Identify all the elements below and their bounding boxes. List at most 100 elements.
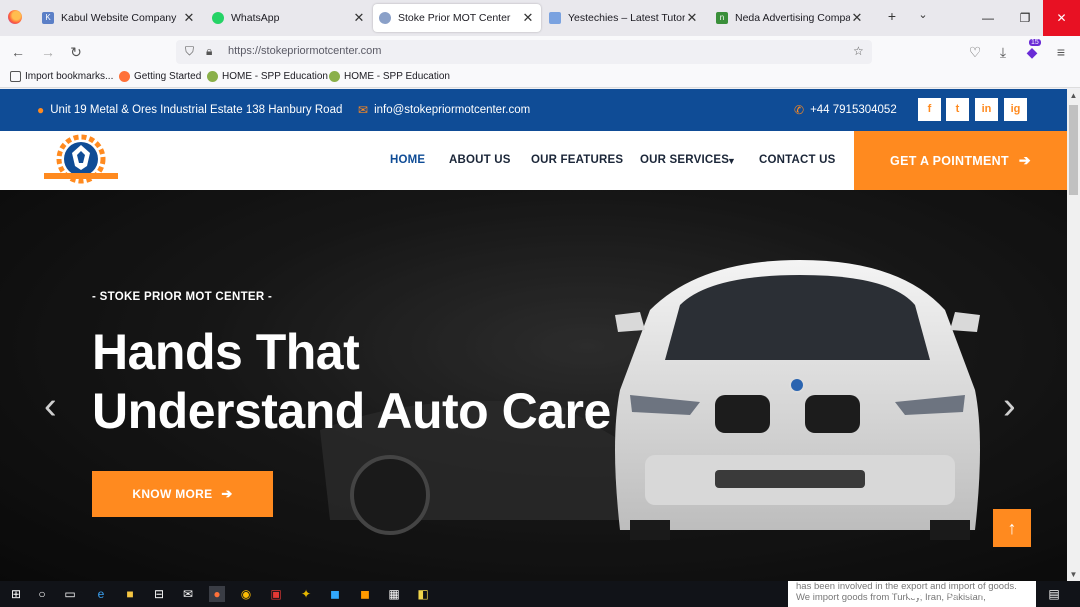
tab-close-icon[interactable]: ✕ bbox=[352, 10, 366, 26]
bookmark-label: Getting Started bbox=[134, 71, 202, 82]
sticky-notes-icon[interactable]: ◧ bbox=[415, 586, 431, 602]
scroll-down-icon[interactable]: ▼ bbox=[1067, 568, 1080, 581]
nav-contact-us[interactable]: CONTACT US bbox=[759, 154, 836, 166]
list-tabs-chevron-icon[interactable]: ⌄ bbox=[913, 8, 933, 21]
spp-logo-icon bbox=[207, 71, 218, 82]
extension-badge: 15 bbox=[1029, 39, 1041, 46]
reload-icon[interactable]: ↻ bbox=[66, 42, 86, 62]
volume-icon[interactable]: ◁ bbox=[944, 586, 960, 602]
tab-close-icon[interactable]: ✕ bbox=[850, 10, 864, 26]
nav-our-features[interactable]: OUR FEATURES bbox=[531, 154, 623, 166]
chevron-down-icon[interactable]: ▼ bbox=[727, 156, 736, 166]
pocket-icon[interactable]: ♡ bbox=[965, 42, 985, 62]
app-icon[interactable]: ✦ bbox=[298, 586, 314, 602]
map-pin-icon: ● bbox=[37, 103, 45, 117]
restore-icon[interactable]: ❐ bbox=[1005, 0, 1045, 36]
arrow-right-icon: ➔ bbox=[221, 486, 233, 501]
address-item: ● Unit 19 Metal & Ores Industrial Estate… bbox=[37, 103, 342, 117]
phone-text[interactable]: +44 7915304052 bbox=[810, 104, 897, 116]
bookmark-spp-education[interactable]: HOME - SPP Education bbox=[207, 71, 328, 82]
windows-start-icon[interactable]: ⊞ bbox=[8, 586, 24, 602]
tab-yestechies[interactable]: Yestechies – Latest Tutorial ✕ bbox=[543, 4, 705, 32]
tab-kabul-website[interactable]: K Kabul Website Company ✕ bbox=[36, 4, 202, 32]
download-icon[interactable]: ⤓ bbox=[993, 42, 1013, 62]
forward-icon[interactable]: → bbox=[38, 42, 58, 62]
facebook-icon[interactable]: f bbox=[918, 98, 941, 121]
pdf-reader-icon[interactable]: ▣ bbox=[268, 586, 284, 602]
page-scrollbar[interactable]: ▲ ▼ bbox=[1067, 89, 1080, 581]
file-explorer-icon[interactable]: ■ bbox=[122, 586, 138, 602]
firefox-taskbar-icon[interactable]: ● bbox=[209, 586, 225, 602]
firefox-logo-icon[interactable] bbox=[8, 10, 22, 24]
linkedin-icon[interactable]: in bbox=[975, 98, 998, 121]
site-favicon-icon bbox=[549, 12, 561, 24]
tab-title: Neda Advertising Company – bbox=[735, 12, 850, 24]
address-bar[interactable]: ⛉ 🔒︎ https://stokepriormotcenter.com ☆ bbox=[176, 40, 872, 64]
import-icon bbox=[10, 71, 21, 82]
scroll-up-icon[interactable]: ▲ bbox=[1067, 89, 1080, 102]
site-topbar: ● Unit 19 Metal & Ores Industrial Estate… bbox=[0, 89, 1067, 131]
tab-neda-advertising[interactable]: n Neda Advertising Company – ✕ bbox=[710, 4, 870, 32]
wifi-icon[interactable]: ◠ bbox=[925, 586, 941, 602]
store-icon[interactable]: ⊟ bbox=[151, 586, 167, 602]
slider-next-icon[interactable]: › bbox=[1003, 385, 1016, 428]
task-view-icon[interactable]: ▭ bbox=[62, 586, 78, 602]
email-text[interactable]: info@stokepriormotcenter.com bbox=[374, 104, 530, 116]
tab-close-icon[interactable]: ✕ bbox=[521, 10, 535, 26]
menu-hamburger-icon[interactable]: ≡ bbox=[1051, 42, 1071, 62]
notifications-icon[interactable]: ▤ bbox=[1046, 586, 1062, 602]
mail-icon[interactable]: ✉ bbox=[180, 586, 196, 602]
know-more-label: KNOW MORE bbox=[132, 487, 213, 501]
clock[interactable]: 3:13 PM bbox=[997, 588, 1032, 599]
twitter-icon[interactable]: t bbox=[946, 98, 969, 121]
tab-close-icon[interactable]: ✕ bbox=[685, 10, 699, 26]
appointment-button[interactable]: GET A POINTMENT ➔ bbox=[854, 131, 1067, 190]
nav-our-services[interactable]: OUR SERVICES bbox=[640, 154, 729, 166]
edge-icon[interactable]: e bbox=[93, 586, 109, 602]
chevron-up-icon[interactable]: ^ bbox=[888, 586, 904, 602]
instagram-icon[interactable]: ig bbox=[1004, 98, 1027, 121]
calculator-icon[interactable]: ▦ bbox=[386, 586, 402, 602]
browser-tab-bar: K Kabul Website Company ✕ WhatsApp ✕ Sto… bbox=[0, 0, 1080, 36]
photoshop-icon[interactable]: ◼ bbox=[327, 586, 343, 602]
bookmark-label: Import bookmarks... bbox=[25, 71, 114, 82]
back-icon[interactable]: ← bbox=[8, 42, 28, 62]
spp-logo-icon bbox=[329, 71, 340, 82]
close-window-icon[interactable]: ✕ bbox=[1043, 0, 1080, 36]
bookmark-getting-started[interactable]: Getting Started bbox=[119, 71, 201, 82]
bookmark-import[interactable]: Import bookmarks... bbox=[10, 71, 113, 82]
new-tab-button[interactable]: + bbox=[882, 8, 902, 24]
battery-icon[interactable]: ▬ bbox=[906, 586, 922, 602]
tab-whatsapp[interactable]: WhatsApp ✕ bbox=[206, 4, 372, 32]
lock-icon[interactable]: 🔒︎ bbox=[206, 44, 212, 59]
nav-about-us[interactable]: ABOUT US bbox=[449, 154, 511, 166]
tab-close-icon[interactable]: ✕ bbox=[182, 10, 196, 26]
bookmark-label: HOME - SPP Education bbox=[344, 71, 450, 82]
slider-prev-icon[interactable]: ‹ bbox=[44, 385, 57, 428]
hero-slider: - STOKE PRIOR MOT CENTER - Hands That Un… bbox=[0, 190, 1067, 581]
nav-home[interactable]: HOME bbox=[390, 154, 425, 166]
site-favicon-icon: K bbox=[42, 12, 54, 24]
tab-title: WhatsApp bbox=[231, 12, 280, 24]
bookmark-spp-education-2[interactable]: HOME - SPP Education bbox=[329, 71, 450, 82]
hero-title: Hands That Understand Auto Care bbox=[92, 323, 611, 441]
minimize-icon[interactable]: — bbox=[968, 0, 1008, 36]
email-item[interactable]: ✉ info@stokepriormotcenter.com bbox=[358, 103, 530, 117]
know-more-button[interactable]: KNOW MORE ➔ bbox=[92, 471, 273, 517]
scroll-thumb[interactable] bbox=[1069, 105, 1078, 195]
tab-stoke-prior[interactable]: Stoke Prior MOT Center ✕ bbox=[373, 4, 541, 32]
illustrator-icon[interactable]: ◼ bbox=[357, 586, 373, 602]
language-indicator[interactable]: ENG bbox=[966, 588, 987, 599]
address-text: Unit 19 Metal & Ores Industrial Estate 1… bbox=[50, 104, 343, 116]
phone-item[interactable]: ✆ +44 7915304052 bbox=[794, 103, 897, 117]
chrome-icon[interactable]: ◉ bbox=[238, 586, 254, 602]
search-icon[interactable]: ○ bbox=[34, 586, 50, 602]
shield-icon[interactable]: ⛉ bbox=[185, 44, 194, 59]
scroll-to-top-button[interactable]: ↑ bbox=[993, 509, 1031, 547]
tab-title: Kabul Website Company bbox=[61, 12, 177, 24]
bookmark-star-icon[interactable]: ☆ bbox=[853, 44, 864, 58]
arrow-right-icon: ➔ bbox=[1018, 152, 1031, 168]
url-text[interactable]: https://stokepriormotcenter.com bbox=[228, 45, 381, 57]
site-logo[interactable] bbox=[36, 133, 126, 189]
bookmarks-toolbar: Import bookmarks... Getting Started HOME… bbox=[0, 68, 1080, 88]
